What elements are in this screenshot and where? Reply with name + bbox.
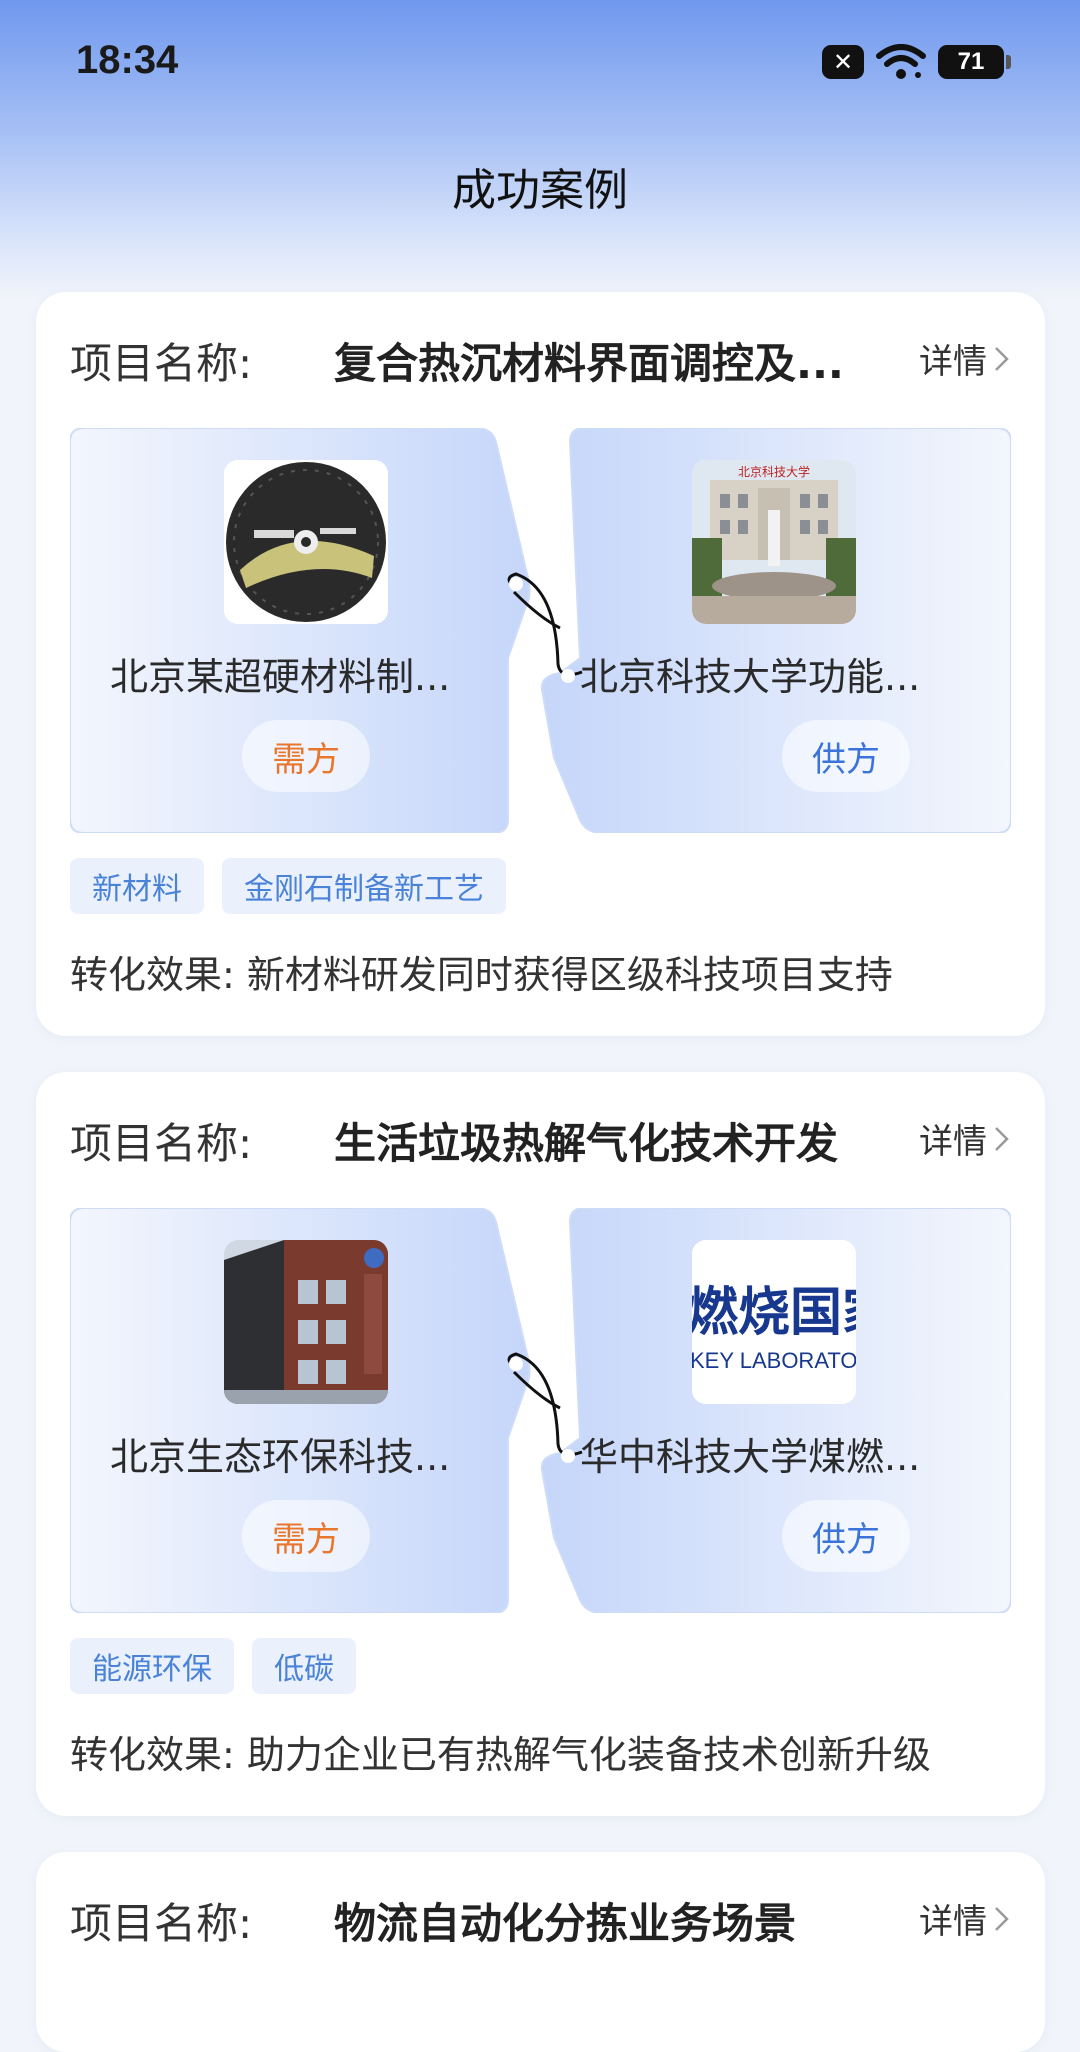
key-lab-cn-text: 燃烧国家 (692, 1283, 856, 1343)
battery-level: 71 (957, 48, 985, 75)
key-lab-en-text: KEY LABORATO (692, 1348, 856, 1373)
demand-badge: 需方 (242, 1500, 370, 1572)
project-name: 物流自动化分拣业务场景 (334, 1899, 797, 1948)
detail-label: 详情 (919, 1902, 987, 1942)
tag-list: 新材料 金刚石制备新工艺 (70, 858, 506, 914)
conversion-effect: 转化效果: 助力企业已有热解气化装备技术创新升级 (70, 1733, 931, 1777)
match-panels: 北京某超硬材料制... 需方 北京科技大学 北京科技大学功能... 供方 (70, 428, 1011, 833)
supply-party[interactable]: 燃烧国家 KEY LABORATO 华中科技大学煤燃... 供方 (570, 1208, 1010, 1613)
tag: 新材料 (70, 858, 204, 914)
match-panels: 北京生态环保科技... 需方 燃烧国家 KEY LABORATO 华中科技大学煤… (70, 1208, 1011, 1613)
chevron-right-icon (995, 1126, 1009, 1151)
case-card[interactable]: 项目名称: 复合热沉材料界面调控及... 详情 北京某超硬材料制... 需方 北… (36, 292, 1045, 1036)
project-name: 复合热沉材料界面调控及... (334, 339, 844, 388)
demand-org-name: 北京生态环保科技... (110, 1435, 451, 1479)
svg-text:北京科技大学: 北京科技大学 (738, 464, 810, 479)
project-label: 项目名称: (70, 1119, 253, 1168)
supply-badge: 供方 (782, 720, 910, 792)
detail-label: 详情 (919, 342, 987, 382)
supply-org-name: 华中科技大学煤燃... (580, 1435, 921, 1479)
demand-party[interactable]: 北京某超硬材料制... 需方 (70, 428, 510, 833)
battery-icon: 71 (938, 45, 1011, 79)
conversion-effect: 转化效果: 新材料研发同时获得区级科技项目支持 (70, 953, 893, 997)
demand-party[interactable]: 北京生态环保科技... 需方 (70, 1208, 510, 1613)
project-name: 生活垃圾热解气化技术开发 (334, 1119, 839, 1168)
demand-badge: 需方 (242, 720, 370, 792)
tag: 金刚石制备新工艺 (222, 858, 506, 914)
tag: 低碳 (252, 1638, 356, 1694)
chevron-right-icon (995, 346, 1009, 371)
status-icons: ✕ 71 (822, 44, 1011, 80)
case-card[interactable]: 项目名称: 物流自动化分拣业务场景 详情 (36, 1852, 1045, 2052)
detail-button[interactable]: 详情 (919, 334, 1011, 383)
supply-org-name: 北京科技大学功能... (580, 655, 921, 699)
case-card[interactable]: 项目名称: 生活垃圾热解气化技术开发 详情 北京生态环保科技... 需方 燃烧国… (36, 1072, 1045, 1816)
page-title: 成功案例 (452, 165, 628, 216)
project-label: 项目名称: (70, 339, 253, 388)
tag-list: 能源环保 低碳 (70, 1638, 356, 1694)
supply-party[interactable]: 北京科技大学 北京科技大学功能... 供方 (570, 428, 1010, 833)
supply-badge: 供方 (782, 1500, 910, 1572)
wifi-icon (876, 44, 926, 79)
detail-label: 详情 (919, 1122, 987, 1162)
key-laboratory-logo: 燃烧国家 KEY LABORATO (692, 1240, 856, 1404)
detail-button[interactable]: 详情 (919, 1894, 1011, 1943)
status-bar: 18:34 ✕ 71 (0, 0, 1080, 120)
detail-button[interactable]: 详情 (919, 1114, 1011, 1163)
no-sim-icon: ✕ (822, 45, 864, 79)
project-label: 项目名称: (70, 1899, 253, 1948)
chevron-right-icon (995, 1906, 1009, 1931)
demand-org-name: 北京某超硬材料制... (110, 655, 451, 699)
tag: 能源环保 (70, 1638, 234, 1694)
university-building-logo: 北京科技大学 (692, 460, 856, 624)
saw-blade-logo (224, 460, 388, 624)
status-time: 18:34 (76, 38, 179, 82)
company-building-logo (224, 1240, 388, 1404)
